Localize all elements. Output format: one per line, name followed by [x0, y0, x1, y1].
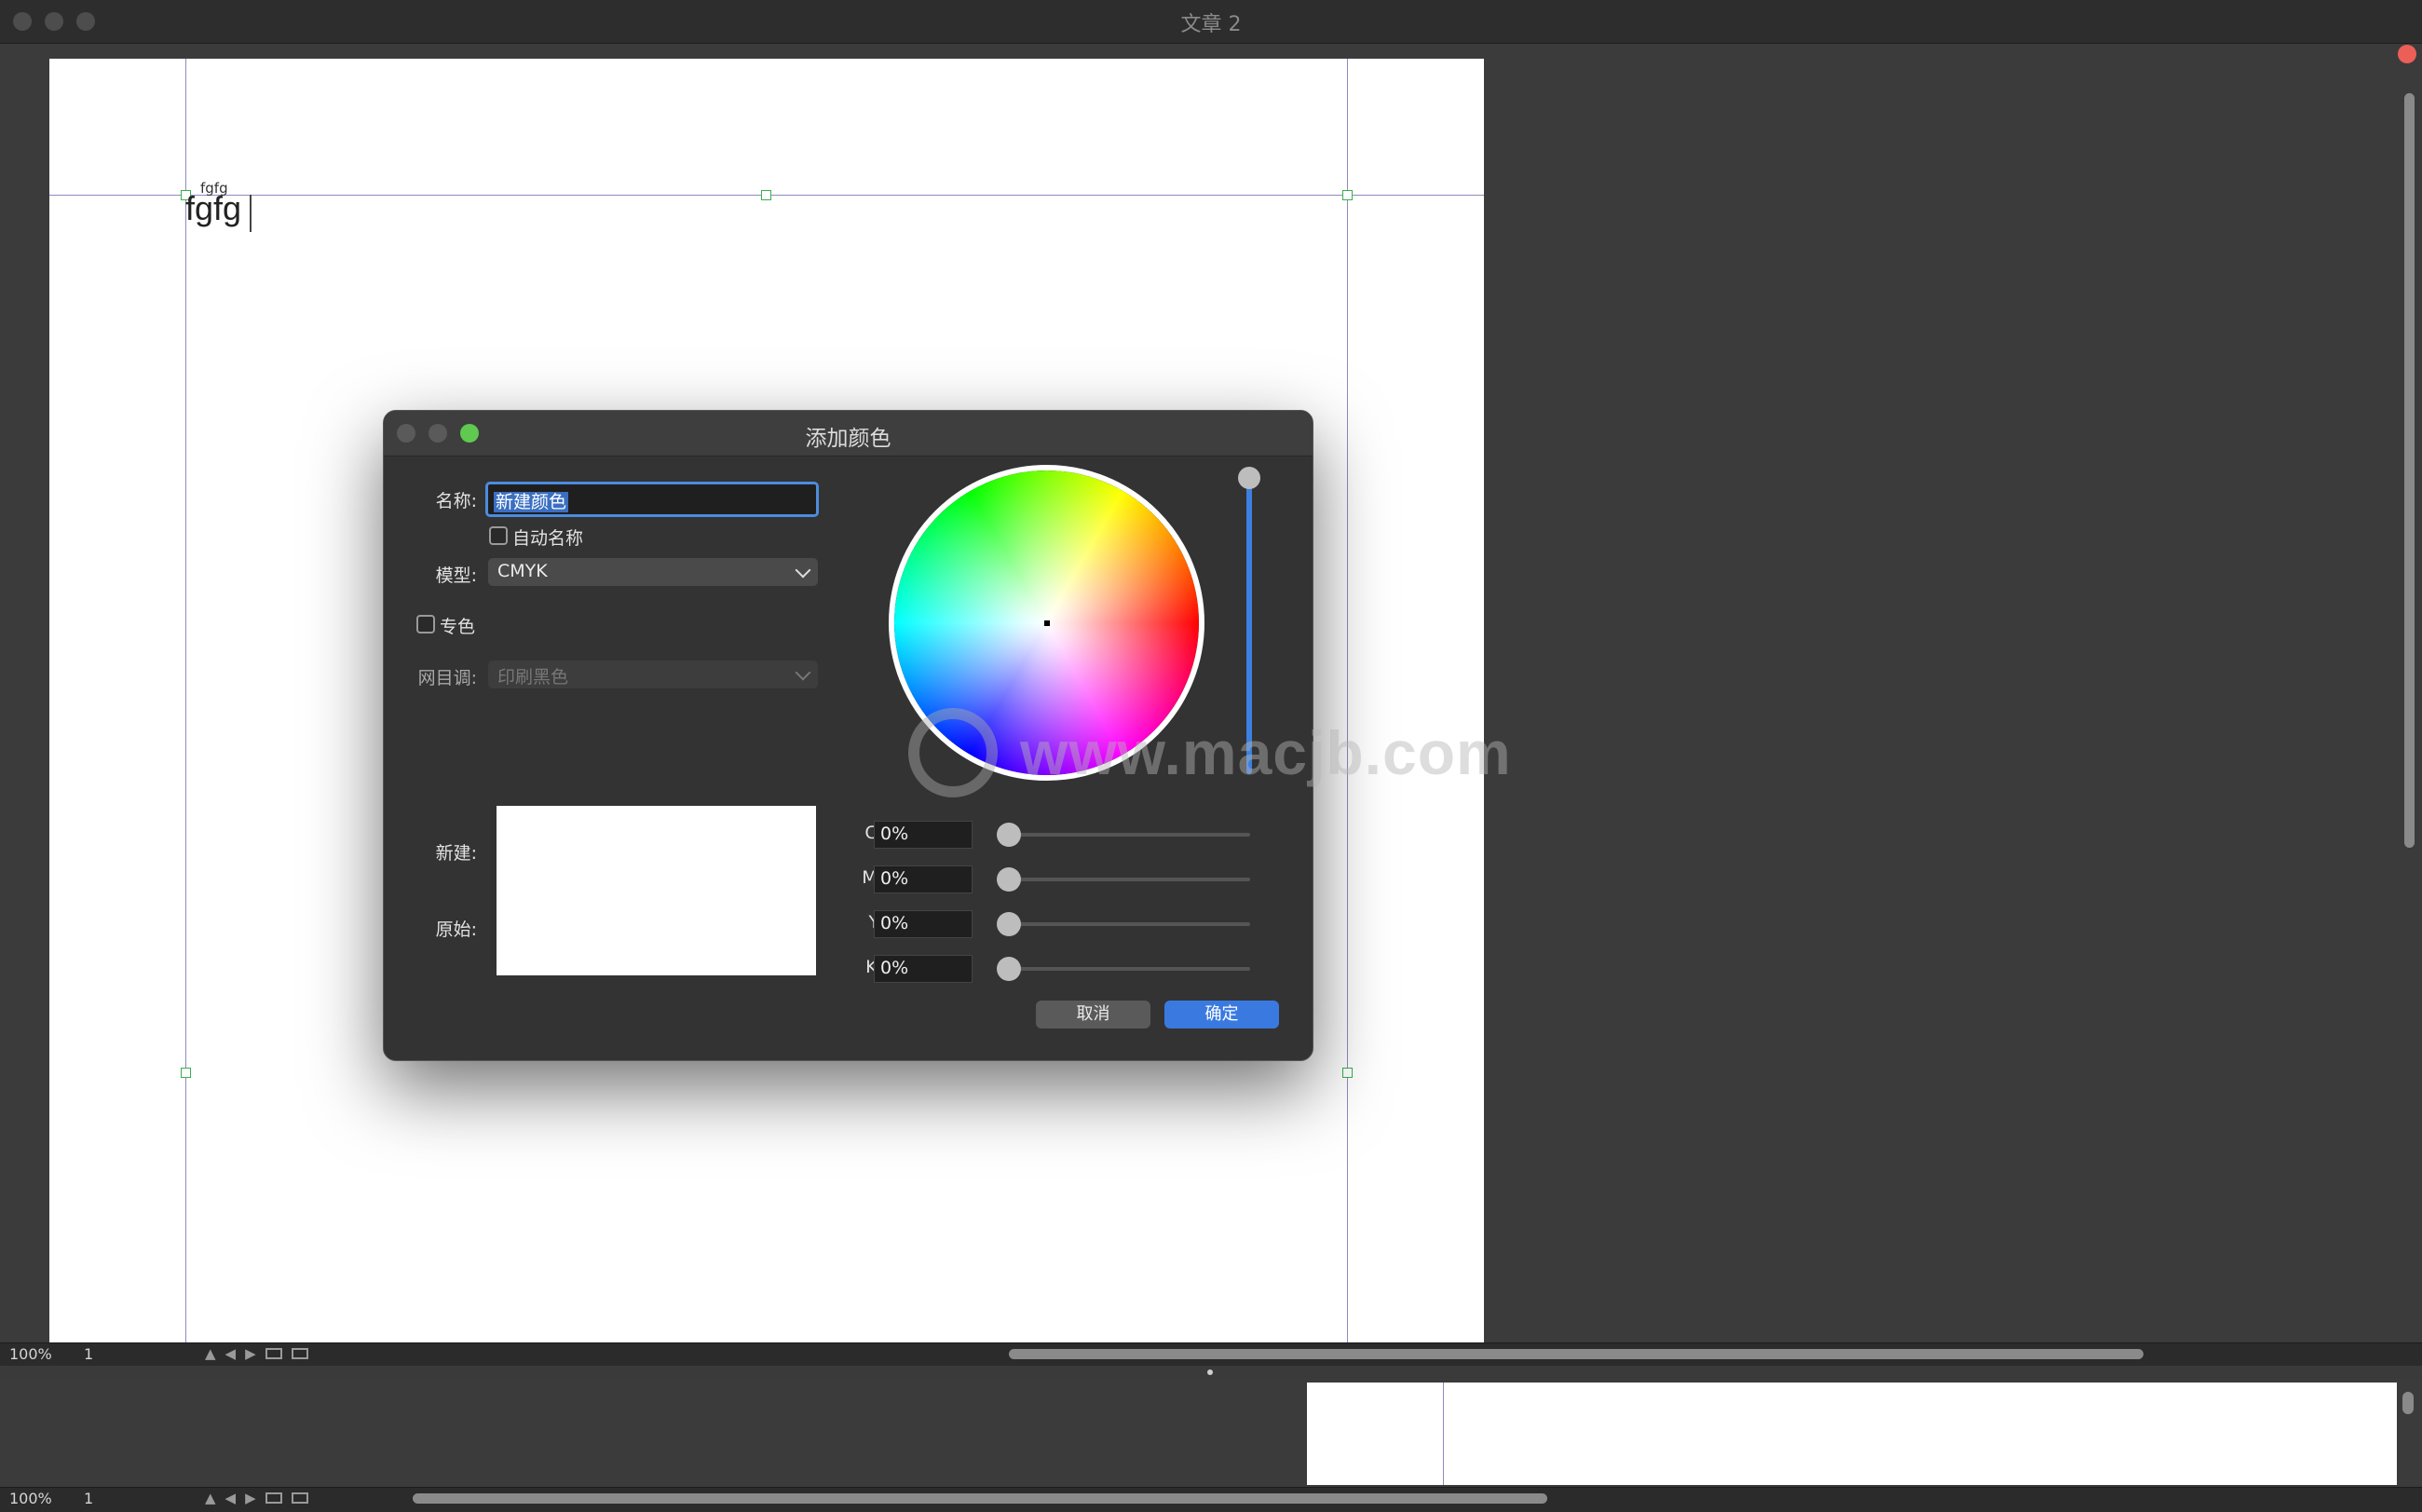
channel-slider[interactable] [999, 878, 1250, 881]
page-prev-icon[interactable]: ◀ [225, 1490, 237, 1506]
document-text[interactable]: fgfg [185, 189, 241, 228]
channel-value-input[interactable]: 0% [874, 910, 973, 938]
window-title-bar: 文章 2 [0, 0, 2422, 44]
original-color-label: 原始: [435, 919, 477, 940]
channel-value-input[interactable]: 0% [874, 821, 973, 849]
name-label: 名称: [435, 491, 477, 511]
dialog-title: 添加颜色 [805, 427, 891, 451]
page-navigation: ▲ ◀ ▶ [205, 1345, 308, 1362]
channel-slider-knob[interactable] [997, 867, 1021, 892]
page-number[interactable]: 1 [84, 1345, 93, 1363]
spot-color-checkbox[interactable] [416, 615, 435, 633]
auto-name-checkbox[interactable] [489, 526, 508, 545]
spot-color-label: 专色 [440, 617, 476, 637]
page-number[interactable]: 1 [84, 1490, 93, 1507]
lower-document-page[interactable] [1307, 1383, 2397, 1485]
channel-slider-knob[interactable] [997, 957, 1021, 981]
status-bar-top: 100% 1 ▲ ◀ ▶ [0, 1342, 2422, 1366]
halftone-select-value: 印刷黑色 [497, 667, 569, 688]
model-select-value: CMYK [497, 561, 548, 581]
horizontal-scrollbar-thumb[interactable] [413, 1493, 1547, 1504]
channel-slider[interactable] [999, 833, 1250, 837]
name-input-value: 新建颜色 [494, 492, 569, 512]
text-frame-handle[interactable] [761, 190, 771, 200]
zoom-level[interactable]: 100% [9, 1490, 52, 1507]
cancel-button[interactable]: 取消 [1036, 1001, 1150, 1028]
watermark-text: www.macjb.com [1020, 718, 1512, 787]
page-up-icon[interactable]: ▲ [205, 1345, 216, 1362]
auto-name-label: 自动名称 [512, 528, 584, 549]
horizontal-scrollbar-thumb[interactable] [1009, 1349, 2143, 1359]
chevron-down-icon [795, 562, 811, 579]
channel-slider-knob[interactable] [997, 823, 1021, 847]
close-indicator-icon[interactable] [2398, 45, 2416, 63]
new-color-label: 新建: [435, 843, 477, 864]
vertical-scrollbar-thumb[interactable] [2404, 93, 2415, 848]
channel-value-input[interactable]: 0% [874, 865, 973, 893]
channel-slider[interactable] [999, 967, 1250, 971]
page-next-icon[interactable]: ▶ [245, 1490, 256, 1506]
channel-slider-knob[interactable] [997, 912, 1021, 936]
page-up-icon[interactable]: ▲ [205, 1490, 216, 1506]
halftone-select[interactable]: 印刷黑色 [488, 661, 818, 688]
watermark-logo-icon [908, 708, 998, 797]
page-navigation: ▲ ◀ ▶ [205, 1490, 308, 1506]
watermark: www.macjb.com [908, 703, 1514, 806]
text-cursor [250, 195, 252, 232]
ok-button[interactable]: 确定 [1164, 1001, 1279, 1028]
brightness-slider-knob[interactable] [1238, 467, 1260, 489]
page-prev-icon[interactable]: ◀ [225, 1345, 237, 1362]
lower-split-pane [0, 1379, 2422, 1487]
dialog-title-bar: 添加颜色 [384, 411, 1313, 456]
halftone-label: 网目调: [417, 668, 477, 688]
page-next-icon[interactable]: ▶ [245, 1345, 256, 1362]
model-select[interactable]: CMYK [488, 558, 818, 586]
margin-guide-left [1443, 1383, 1444, 1485]
model-label: 模型: [435, 565, 477, 586]
window-title: 文章 2 [1180, 13, 1242, 36]
zoom-level[interactable]: 100% [9, 1345, 52, 1363]
margin-guide-left [185, 59, 186, 1342]
channel-slider[interactable] [999, 922, 1250, 926]
name-input[interactable]: 新建颜色 [485, 482, 819, 517]
split-view-divider[interactable] [0, 1366, 2422, 1379]
color-wheel-marker[interactable] [1044, 620, 1050, 626]
text-frame-handle[interactable] [181, 1068, 191, 1078]
layout-vertical-icon[interactable] [291, 1348, 308, 1359]
layout-vertical-icon[interactable] [291, 1492, 308, 1504]
color-preview-swatch [497, 806, 816, 975]
text-frame-handle[interactable] [1342, 190, 1353, 200]
chevron-down-icon [795, 664, 811, 681]
status-bar-bottom: 100% 1 ▲ ◀ ▶ [0, 1487, 2422, 1512]
text-frame-handle[interactable] [1342, 1068, 1353, 1078]
layout-horizontal-icon[interactable] [265, 1348, 282, 1359]
layout-horizontal-icon[interactable] [265, 1492, 282, 1504]
margin-guide-right [1347, 59, 1348, 1342]
split-handle-icon[interactable] [1207, 1369, 1213, 1375]
channel-value-input[interactable]: 0% [874, 955, 973, 983]
lower-vertical-scrollbar-thumb[interactable] [2402, 1392, 2414, 1414]
